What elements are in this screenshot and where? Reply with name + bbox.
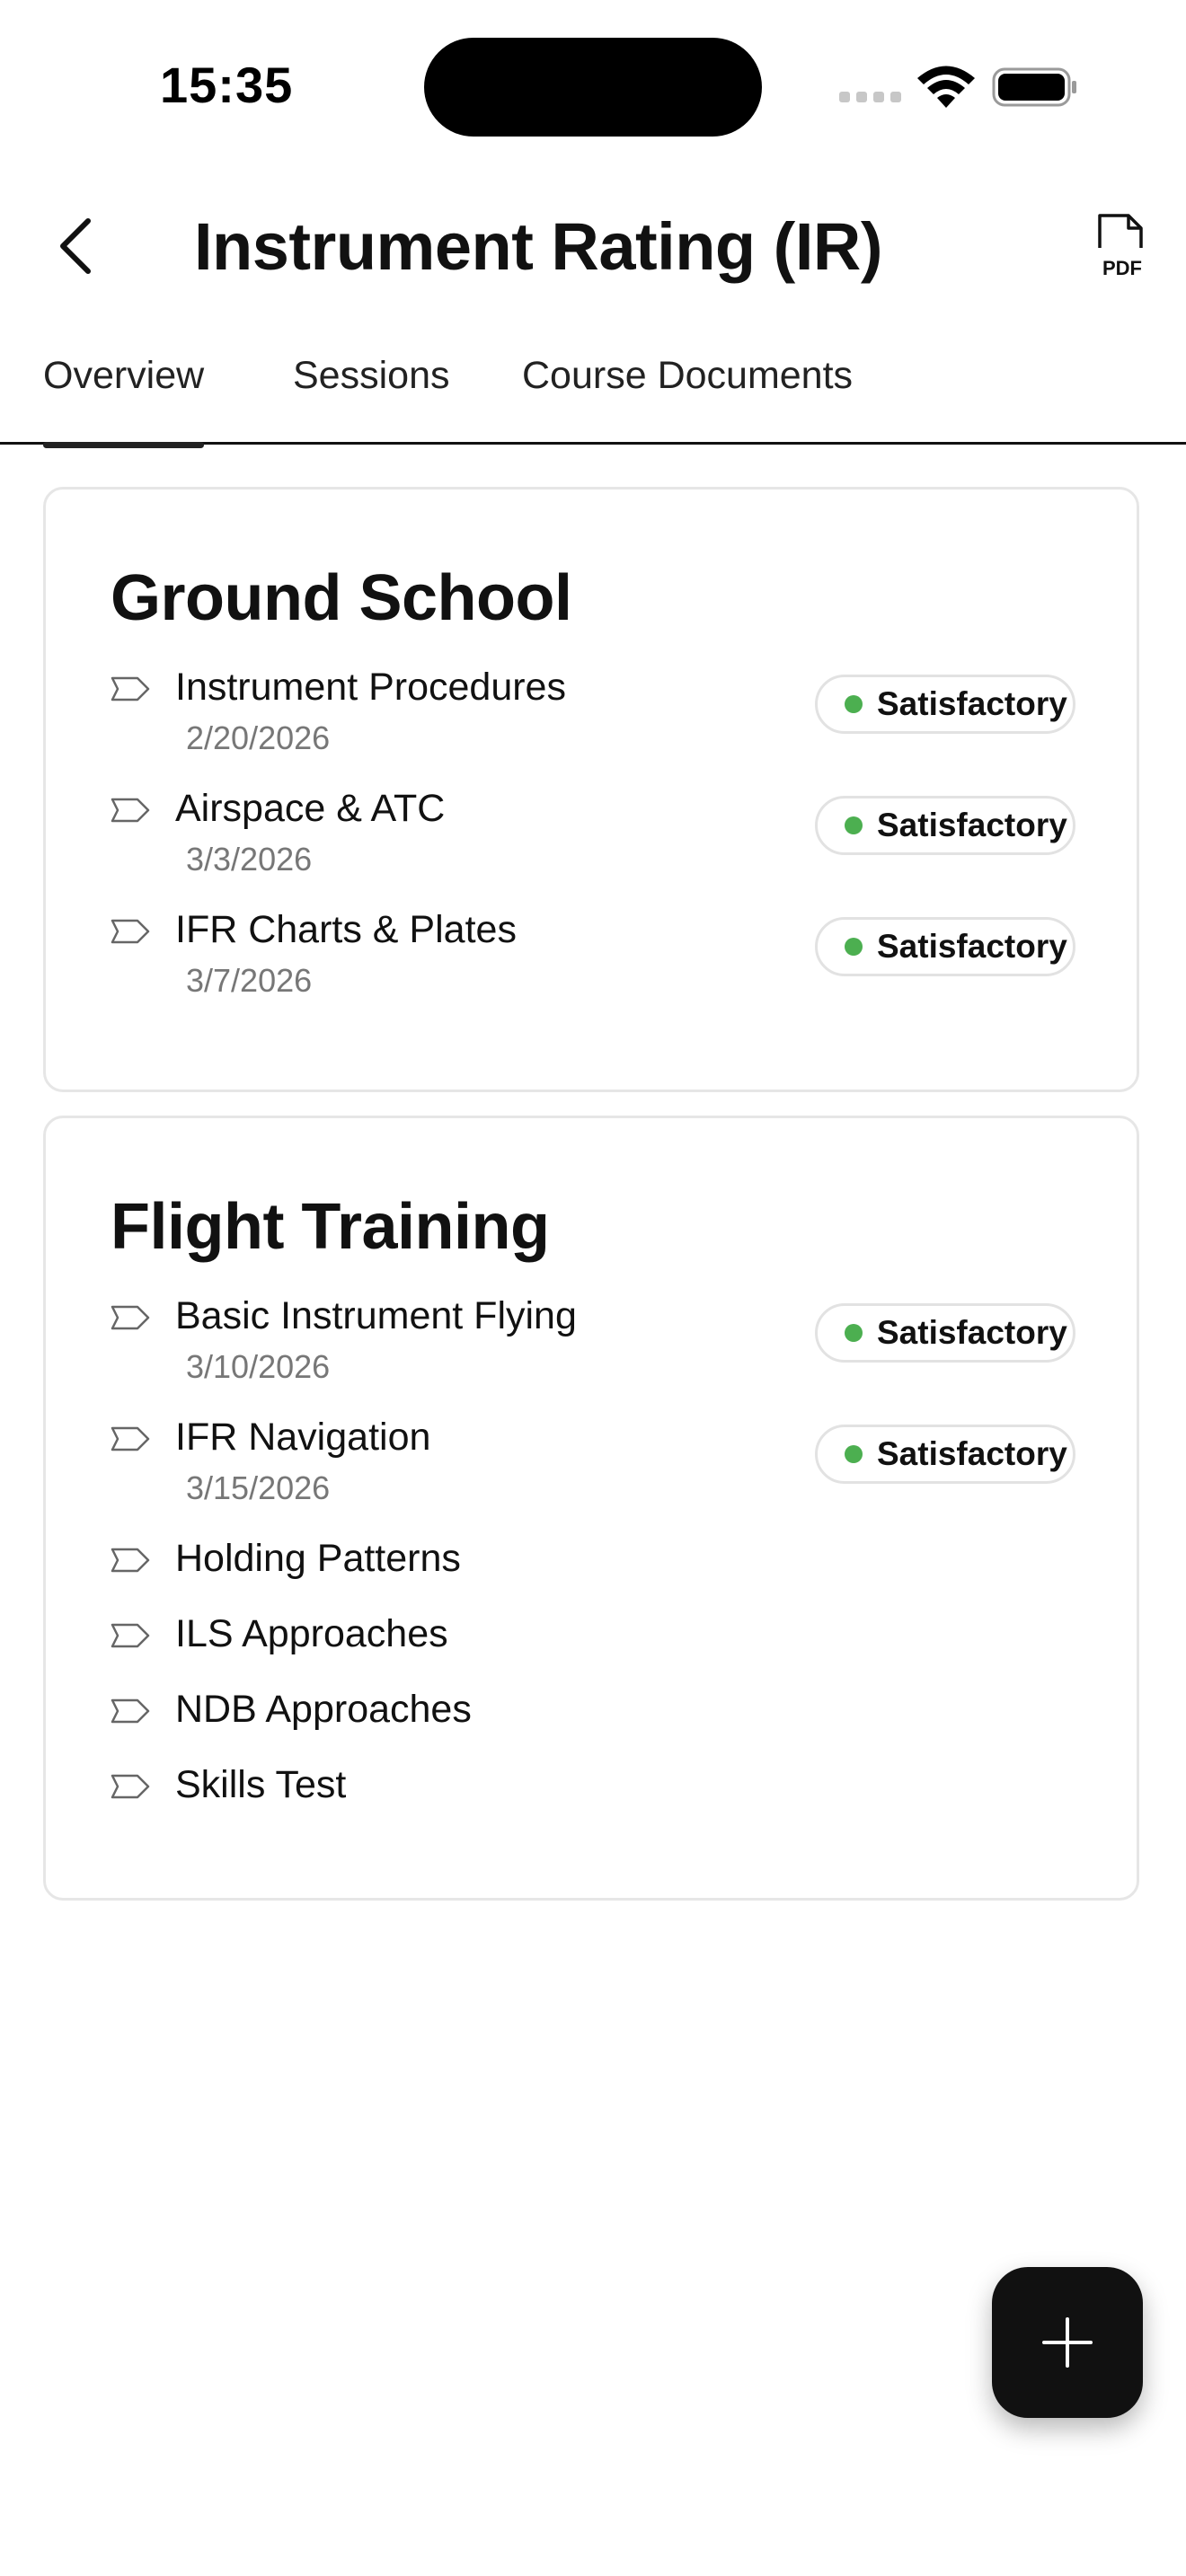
lesson-row[interactable]: IFR Navigation 3/15/2026 Satisfactory <box>111 1416 1081 1523</box>
lesson-name: Basic Instrument Flying <box>175 1294 577 1337</box>
add-fab-button[interactable] <box>992 2267 1143 2418</box>
lesson-tag-icon <box>111 1623 150 1648</box>
status-dot <box>845 938 863 956</box>
lesson-tag-icon <box>111 676 150 701</box>
tab-bar: Overview Sessions Course Documents <box>0 341 1186 448</box>
lesson-tag-icon <box>111 919 150 944</box>
status-text: Satisfactory <box>877 685 1067 722</box>
lesson-row[interactable]: Instrument Procedures 2/20/2026 Satisfac… <box>111 666 1081 773</box>
section-card-flight-training: Flight Training Basic Instrument Flying … <box>43 1116 1139 1901</box>
status-text: Satisfactory <box>877 1314 1067 1351</box>
pdf-export-button[interactable]: PDF <box>1091 212 1154 280</box>
lesson-row[interactable]: Skills Test <box>111 1763 1081 1817</box>
lesson-tag-icon <box>111 1548 150 1573</box>
lesson-tag-icon <box>111 798 150 823</box>
status-time: 15:35 <box>160 57 294 113</box>
lesson-tag-icon <box>111 1698 150 1724</box>
lesson-name: Holding Patterns <box>175 1537 461 1580</box>
lesson-date: 3/15/2026 <box>186 1469 331 1506</box>
pdf-label: PDF <box>1102 257 1142 279</box>
status-dot <box>845 816 863 834</box>
nav-header: Instrument Rating (IR) PDF <box>0 171 1186 323</box>
lesson-tag-icon <box>111 1774 150 1799</box>
status-text: Satisfactory <box>877 1435 1067 1472</box>
lesson-row[interactable]: Airspace & ATC 3/3/2026 Satisfactory <box>111 787 1081 895</box>
lesson-name: NDB Approaches <box>175 1688 472 1731</box>
status-dot <box>845 1324 863 1342</box>
lesson-row[interactable]: Holding Patterns <box>111 1537 1081 1591</box>
status-dot <box>845 1445 863 1463</box>
status-badge: Satisfactory <box>815 1303 1075 1363</box>
status-text: Satisfactory <box>877 807 1067 843</box>
section-title: Flight Training <box>111 1191 550 1263</box>
status-dot <box>845 695 863 713</box>
status-text: Satisfactory <box>877 928 1067 965</box>
lesson-date: 3/3/2026 <box>186 841 313 878</box>
tab-overview[interactable]: Overview <box>43 354 205 448</box>
lesson-name: Instrument Procedures <box>175 666 566 709</box>
status-badge: Satisfactory <box>815 917 1075 976</box>
lesson-date: 3/10/2026 <box>186 1348 331 1385</box>
lesson-tag-icon <box>111 1426 150 1451</box>
lesson-date: 2/20/2026 <box>186 719 331 756</box>
lesson-row[interactable]: NDB Approaches <box>111 1688 1081 1742</box>
cellular-signal-icon <box>839 92 902 104</box>
page-title: Instrument Rating (IR) <box>194 209 882 284</box>
status-badge: Satisfactory <box>815 675 1075 734</box>
dynamic-island <box>424 38 762 137</box>
lesson-name: IFR Navigation <box>175 1416 431 1459</box>
tab-sessions[interactable]: Sessions <box>293 354 449 398</box>
lesson-name: IFR Charts & Plates <box>175 908 517 951</box>
lesson-row[interactable]: Basic Instrument Flying 3/10/2026 Satisf… <box>111 1294 1081 1402</box>
section-title: Ground School <box>111 562 572 634</box>
lesson-row[interactable]: ILS Approaches <box>111 1612 1081 1666</box>
chevron-left-icon <box>60 218 91 274</box>
pdf-document-icon: PDF <box>1098 214 1143 279</box>
battery-icon <box>992 67 1076 107</box>
lesson-tag-icon <box>111 1305 150 1330</box>
lesson-name: Airspace & ATC <box>175 787 446 830</box>
tab-course-documents[interactable]: Course Documents <box>522 354 853 398</box>
lesson-name: ILS Approaches <box>175 1612 448 1655</box>
lesson-date: 3/7/2026 <box>186 962 313 999</box>
lesson-name: Skills Test <box>175 1763 347 1806</box>
lesson-row[interactable]: IFR Charts & Plates 3/7/2026 Satisfactor… <box>111 908 1081 1016</box>
status-badge: Satisfactory <box>815 1425 1075 1484</box>
back-button[interactable] <box>36 207 115 286</box>
section-card-ground-school: Ground School Instrument Procedures 2/20… <box>43 487 1139 1092</box>
status-bar: 15:35 <box>0 0 1186 171</box>
status-badge: Satisfactory <box>815 796 1075 855</box>
wifi-icon <box>917 66 975 108</box>
plus-icon <box>1042 2317 1093 2368</box>
